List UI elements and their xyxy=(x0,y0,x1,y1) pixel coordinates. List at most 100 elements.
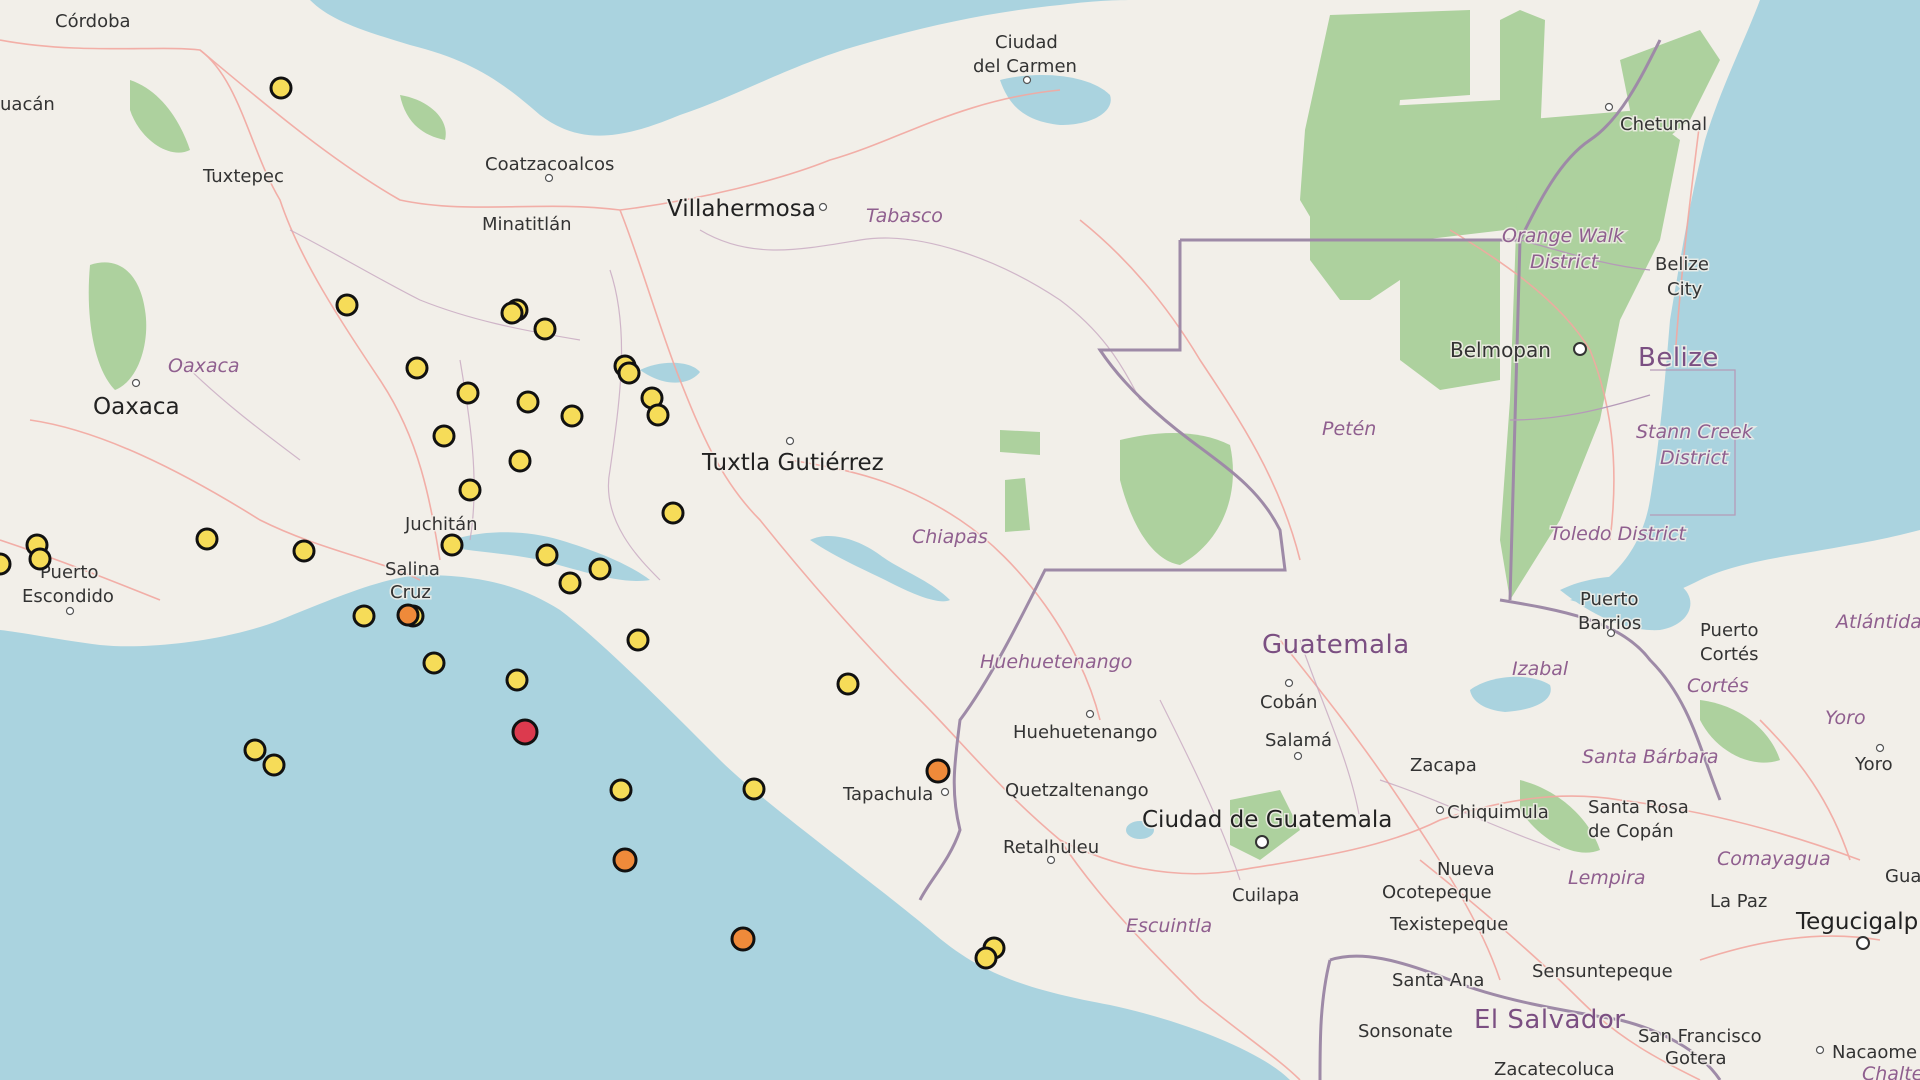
label-ciudad-del-carmen-1: Ciudad xyxy=(995,32,1058,53)
label-san-francisco-gotera-1: San Francisco xyxy=(1638,1026,1762,1047)
quake-marker[interactable] xyxy=(661,501,685,525)
quake-marker[interactable] xyxy=(730,926,756,952)
quake-marker[interactable] xyxy=(0,552,12,576)
quake-marker[interactable] xyxy=(588,557,612,581)
region-orange-walk-2: District xyxy=(1530,251,1600,273)
region-oaxaca: Oaxaca xyxy=(168,355,240,377)
label-gua: Gua xyxy=(1885,866,1920,887)
quake-marker[interactable] xyxy=(646,403,670,427)
label-puerto-barrios-1: Puerto xyxy=(1580,589,1639,610)
label-cordoba: Córdoba xyxy=(55,11,131,32)
label-huehuetenango-city: Huehuetenango xyxy=(1013,722,1157,743)
label-zacapa: Zacapa xyxy=(1410,755,1477,776)
region-chiapas: Chiapas xyxy=(912,526,988,548)
quake-marker[interactable] xyxy=(335,293,359,317)
label-sensuntepeque: Sensuntepeque xyxy=(1532,961,1673,982)
region-atlantida: Atlántida xyxy=(1834,611,1920,633)
label-ciudad-de-guatemala: Ciudad de Guatemala xyxy=(1142,807,1392,833)
label-retalhuleu: Retalhuleu xyxy=(1003,837,1099,858)
region-stann-creek-1: Stann Creek xyxy=(1636,421,1754,443)
quake-marker[interactable] xyxy=(292,539,316,563)
quake-marker[interactable] xyxy=(516,390,540,414)
label-salina-cruz-2: Cruz xyxy=(390,582,431,603)
country-belize: Belize xyxy=(1638,343,1719,373)
label-santa-ana: Santa Ana xyxy=(1392,970,1484,991)
quake-marker[interactable] xyxy=(440,533,464,557)
quake-marker[interactable] xyxy=(836,672,860,696)
region-peten: Petén xyxy=(1322,418,1376,440)
region-huehuetenango: Huehuetenango xyxy=(980,651,1132,673)
quake-marker[interactable] xyxy=(560,404,584,428)
quake-marker[interactable] xyxy=(505,668,529,692)
label-puerto-cortes-1: Puerto xyxy=(1700,620,1759,641)
quake-marker[interactable] xyxy=(617,361,641,385)
label-quetzaltenango: Quetzaltenango xyxy=(1005,780,1149,801)
region-santa-barbara: Santa Bárbara xyxy=(1582,746,1719,768)
region-stann-creek-2: District xyxy=(1660,447,1730,469)
region-lempira: Lempira xyxy=(1568,867,1646,889)
map-viewport[interactable]: Córdoba uacán Tuxtepec Oaxaca Puerto Esc… xyxy=(0,0,1920,1080)
label-santa-rosa-de-copan-1: Santa Rosa xyxy=(1588,797,1689,818)
quake-marker[interactable] xyxy=(609,778,633,802)
label-tapachula: Tapachula xyxy=(842,784,933,805)
quake-marker[interactable] xyxy=(269,76,293,100)
region-toledo: Toledo District xyxy=(1550,523,1687,545)
quake-marker[interactable] xyxy=(533,317,557,341)
label-texistepeque: Texistepeque xyxy=(1389,914,1508,935)
region-izabal: Izabal xyxy=(1512,658,1569,680)
quake-marker[interactable] xyxy=(352,604,376,628)
label-villahermosa: Villahermosa xyxy=(667,196,816,222)
label-chetumal: Chetumal xyxy=(1620,114,1707,135)
quake-marker[interactable] xyxy=(28,547,52,571)
quake-marker[interactable] xyxy=(535,543,559,567)
label-san-francisco-gotera-2: Gotera xyxy=(1665,1048,1727,1069)
quake-marker[interactable] xyxy=(422,651,446,675)
quake-marker[interactable] xyxy=(458,478,482,502)
label-belize-city-2: City xyxy=(1667,279,1703,300)
label-yoro-city: Yoro xyxy=(1854,754,1893,775)
quake-marker[interactable] xyxy=(432,424,456,448)
label-cuilapa: Cuilapa xyxy=(1232,885,1299,906)
label-coban: Cobán xyxy=(1260,692,1317,713)
label-minatitlan: Minatitlán xyxy=(482,214,572,235)
quake-marker[interactable] xyxy=(612,847,638,873)
quake-marker[interactable] xyxy=(742,777,766,801)
quake-marker[interactable] xyxy=(500,301,524,325)
quake-marker[interactable] xyxy=(405,356,429,380)
label-oaxaca: Oaxaca xyxy=(93,394,180,420)
quake-marker[interactable] xyxy=(456,381,480,405)
label-belize-city-1: Belize xyxy=(1655,254,1709,275)
label-puerto-cortes-2: Cortés xyxy=(1700,644,1759,665)
label-tegucigalpa: Tegucigalp xyxy=(1795,909,1918,935)
quake-marker[interactable] xyxy=(974,946,998,970)
label-uacan: uacán xyxy=(0,94,55,115)
label-nacaome: Nacaome xyxy=(1832,1042,1917,1063)
map-canvas[interactable]: Córdoba uacán Tuxtepec Oaxaca Puerto Esc… xyxy=(0,0,1920,1080)
quake-marker[interactable] xyxy=(511,718,539,746)
label-salama: Salamá xyxy=(1265,730,1332,751)
quake-marker[interactable] xyxy=(925,758,951,784)
label-zacatecoluca: Zacatecoluca xyxy=(1494,1059,1615,1080)
label-salina-cruz-1: Salina xyxy=(385,559,440,580)
region-orange-walk-1: Orange Walk xyxy=(1502,225,1625,247)
quake-marker[interactable] xyxy=(243,738,267,762)
country-el-salvador: El Salvador xyxy=(1474,1005,1626,1035)
quake-marker[interactable] xyxy=(626,628,650,652)
label-juchitan: Juchitán xyxy=(404,514,478,535)
label-coatzacoalcos: Coatzacoalcos xyxy=(485,154,614,175)
quake-marker[interactable] xyxy=(262,753,286,777)
country-guatemala: Guatemala xyxy=(1262,630,1410,660)
label-puerto-escondido-2: Escondido xyxy=(22,586,114,607)
label-santa-rosa-de-copan-2: de Copán xyxy=(1588,821,1674,842)
label-la-paz: La Paz xyxy=(1710,891,1767,912)
region-chalatenango: Chaltenango xyxy=(1862,1063,1920,1080)
quake-marker[interactable] xyxy=(558,571,582,595)
label-tuxtepec: Tuxtepec xyxy=(202,166,284,187)
label-ciudad-del-carmen-2: del Carmen xyxy=(973,56,1077,77)
quake-marker[interactable] xyxy=(396,603,420,627)
region-comayagua: Comayagua xyxy=(1717,848,1831,870)
quake-marker[interactable] xyxy=(195,527,219,551)
label-chiquimula: Chiquimula xyxy=(1447,802,1549,823)
label-belmopan: Belmopan xyxy=(1450,338,1551,362)
quake-marker[interactable] xyxy=(508,449,532,473)
